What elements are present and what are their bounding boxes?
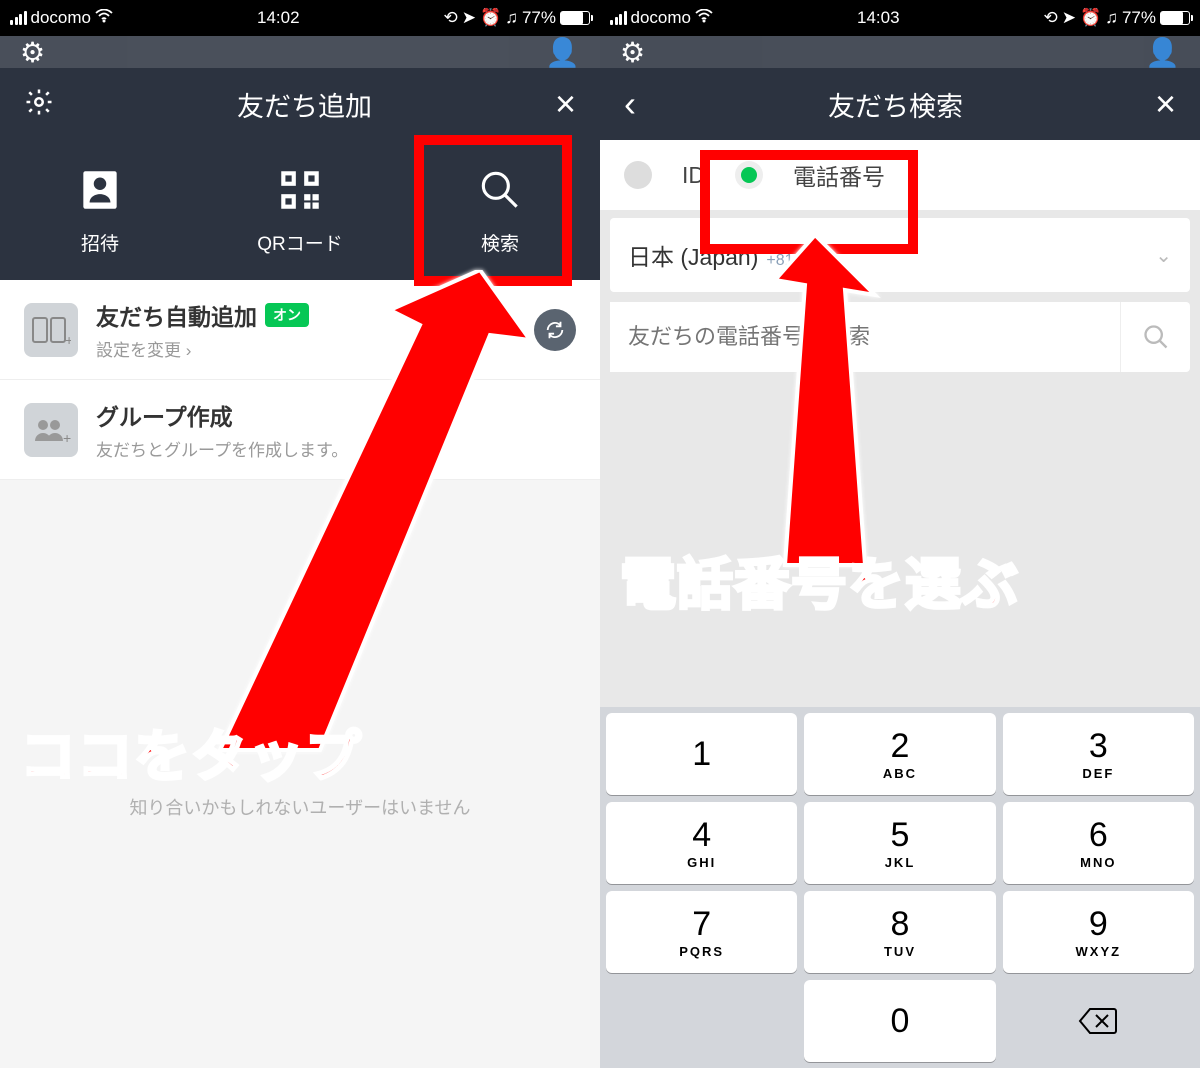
alarm-icon: ⏰	[480, 8, 501, 28]
location-icon: ➤	[1062, 8, 1076, 28]
tab-phone-label[interactable]: 電話番号	[793, 158, 885, 192]
status-bar: docomo 14:03 ⟲ ➤ ⏰ ♫ 77%	[600, 0, 1200, 36]
nav-header: ‹ 友だち検索 ×	[600, 68, 1200, 140]
back-button[interactable]: ‹	[624, 83, 636, 125]
contact-card-icon	[75, 165, 125, 215]
person-icon: 👤	[545, 36, 580, 69]
invite-label: 招待	[81, 229, 119, 256]
chevron-down-icon: ⌄	[1155, 243, 1172, 268]
auto-add-icon: +	[24, 303, 78, 357]
tab-id-label[interactable]: ID	[682, 162, 705, 189]
qrcode-icon	[275, 165, 325, 215]
nav-header: 友だち追加 ×	[0, 68, 600, 140]
orientation-lock-icon: ⟲	[444, 8, 458, 28]
carrier: docomo	[31, 8, 91, 28]
close-button[interactable]: ×	[1155, 86, 1176, 122]
background-peek: ⚙ 👤	[0, 36, 600, 68]
svg-text:+: +	[63, 430, 71, 445]
signal-icon	[10, 11, 27, 25]
alarm-icon: ⏰	[1080, 8, 1101, 28]
background-peek: ⚙ 👤	[600, 36, 1200, 68]
annotation-right: 電話番号を選ぶ	[620, 540, 1019, 621]
battery-icon	[560, 11, 590, 25]
search-label: 検索	[481, 229, 519, 256]
clock: 14:03	[713, 8, 1044, 28]
keypad-3[interactable]: 3DEF	[1003, 713, 1194, 795]
clock: 14:02	[113, 8, 444, 28]
keypad-1[interactable]: 1	[606, 713, 797, 795]
refresh-icon	[544, 319, 566, 341]
keypad-5[interactable]: 5JKL	[804, 802, 995, 884]
battery-pct: 77%	[1122, 8, 1156, 28]
search-icon	[475, 165, 525, 215]
add-method-row: 招待 QRコード 検索	[0, 140, 600, 280]
close-button[interactable]: ×	[555, 86, 576, 122]
svg-text:+: +	[65, 332, 71, 345]
qrcode-button[interactable]: QRコード	[200, 140, 400, 280]
wifi-icon	[95, 8, 113, 28]
signal-icon	[610, 11, 627, 25]
wifi-icon	[695, 8, 713, 28]
backspace-icon	[1078, 1007, 1118, 1035]
phone-right: docomo 14:03 ⟲ ➤ ⏰ ♫ 77% ⚙ 👤 ‹ 友だち検索 × I…	[600, 0, 1200, 1068]
keypad-9[interactable]: 9WXYZ	[1003, 891, 1194, 973]
headphones-icon: ♫	[1105, 8, 1118, 28]
phone-left: docomo 14:02 ⟲ ➤ ⏰ ♫ 77% ⚙ 👤 友だち追加 × 招待	[0, 0, 600, 1068]
invite-button[interactable]: 招待	[0, 140, 200, 280]
battery-pct: 77%	[522, 8, 556, 28]
country-name: 日本 (Japan)	[628, 244, 758, 270]
keypad-blank	[606, 980, 797, 1062]
search-button[interactable]: 検索	[400, 140, 600, 280]
keypad-delete[interactable]	[1003, 980, 1194, 1062]
page-title: 友だち追加	[54, 85, 555, 124]
gear-icon	[24, 87, 54, 117]
arrow-right	[745, 235, 905, 580]
radio-phone[interactable]	[735, 161, 763, 189]
keypad-4[interactable]: 4GHI	[606, 802, 797, 884]
qrcode-label: QRコード	[257, 229, 343, 256]
page-title: 友だち検索	[636, 85, 1155, 124]
search-submit[interactable]	[1120, 302, 1190, 372]
status-bar: docomo 14:02 ⟲ ➤ ⏰ ♫ 77%	[0, 0, 600, 36]
numeric-keypad: 12ABC3DEF 4GHI5JKL6MNO 7PQRS8TUV9WXYZ0	[600, 707, 1200, 1068]
keypad-8[interactable]: 8TUV	[804, 891, 995, 973]
keypad-6[interactable]: 6MNO	[1003, 802, 1194, 884]
keypad-0[interactable]: 0	[804, 980, 995, 1062]
search-type-tabs: ID 電話番号	[600, 140, 1200, 210]
keypad-2[interactable]: 2ABC	[804, 713, 995, 795]
group-icon: +	[24, 403, 78, 457]
search-icon	[1142, 323, 1170, 351]
sync-button[interactable]	[534, 309, 576, 351]
gear-icon: ⚙	[620, 36, 645, 69]
annotation-left: ココをタップ	[20, 712, 362, 793]
radio-id[interactable]	[624, 161, 652, 189]
orientation-lock-icon: ⟲	[1044, 8, 1058, 28]
carrier: docomo	[631, 8, 691, 28]
settings-button[interactable]	[24, 87, 54, 122]
battery-icon	[1160, 11, 1190, 25]
keypad-7[interactable]: 7PQRS	[606, 891, 797, 973]
headphones-icon: ♫	[505, 8, 518, 28]
person-icon: 👤	[1145, 36, 1180, 69]
gear-icon: ⚙	[20, 36, 45, 69]
location-icon: ➤	[462, 8, 476, 28]
